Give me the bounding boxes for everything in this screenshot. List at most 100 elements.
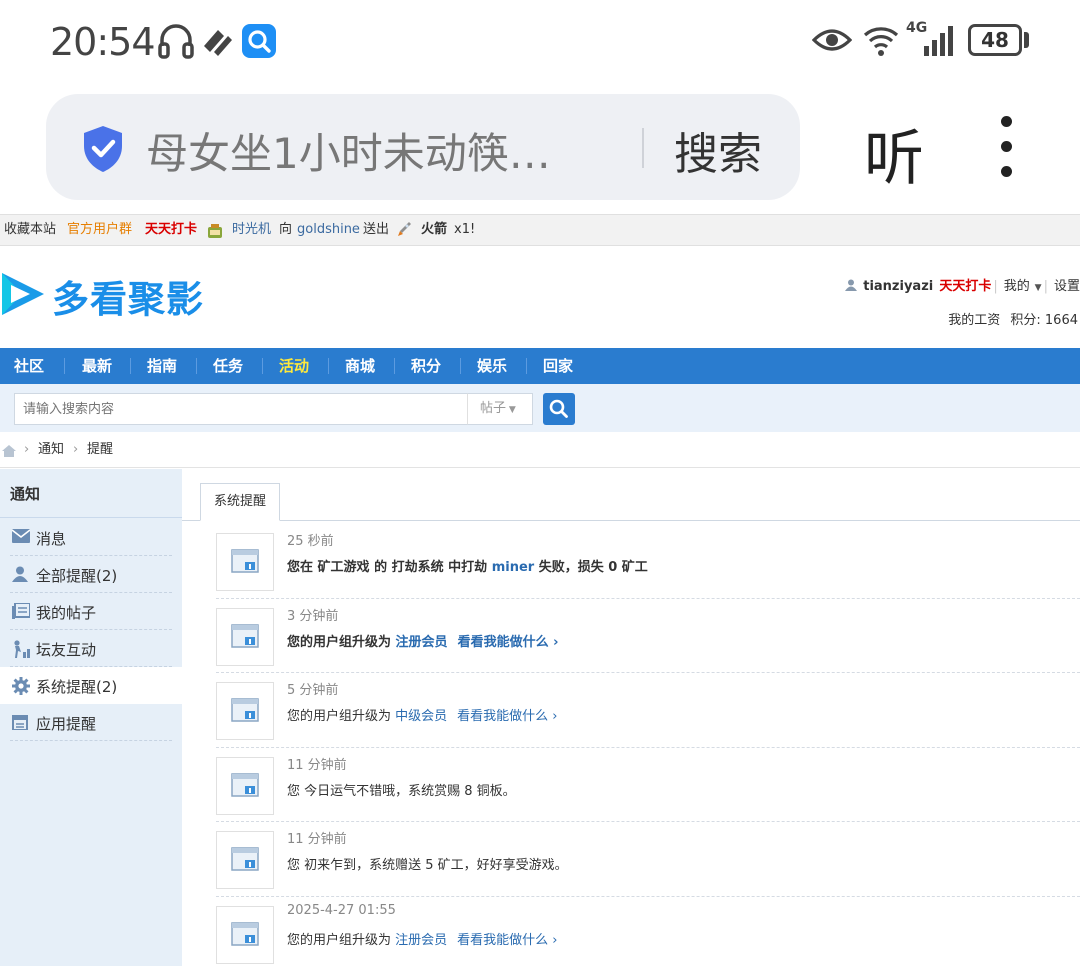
notice-body: 您 今日运气不错哦，系统赏赐 8 铜板。 bbox=[287, 783, 516, 799]
breadcrumb-separator: › bbox=[24, 442, 30, 457]
home-icon[interactable] bbox=[2, 445, 16, 457]
status-clock: 20:54 bbox=[50, 20, 156, 64]
notice-what-can-i-do-link[interactable]: 看看我能做什么 › bbox=[457, 709, 557, 724]
address-search-button[interactable]: 搜索 bbox=[674, 118, 762, 182]
list-item: 25 秒前 您在 矿工游戏 的 打劫系统 中打劫 miner 失败，损失 0 矿… bbox=[216, 524, 1080, 599]
sidebar-item-label: 消息 bbox=[36, 530, 67, 548]
rocket-icon bbox=[398, 222, 411, 236]
search-type-select[interactable]: 帖子 ▼ bbox=[467, 393, 533, 425]
message-to-text: 向 bbox=[279, 222, 293, 237]
notice-icon-box bbox=[216, 756, 274, 815]
my-menu-link[interactable]: 我的 bbox=[1004, 279, 1030, 294]
notice-time: 2025-4-27 01:55 bbox=[287, 902, 396, 918]
nav-item-guide[interactable]: 指南 bbox=[147, 348, 177, 384]
notice-icon-box bbox=[216, 682, 274, 740]
status-bar: 20:54 4G 48 bbox=[0, 0, 1080, 84]
notice-game-link[interactable]: 矿工游戏 bbox=[318, 560, 370, 575]
credits-link[interactable]: 积分: 1664 bbox=[1010, 313, 1078, 328]
system-notice-icon bbox=[231, 847, 259, 871]
list-item: 5 分钟前 您的用户组升级为 中级会员 看看我能做什么 › bbox=[216, 673, 1080, 748]
sidebar-item-messages[interactable]: 消息 bbox=[0, 519, 182, 556]
time-machine-icon bbox=[208, 224, 222, 238]
notice-what-can-i-do-link[interactable]: 看看我能做什么 › bbox=[457, 933, 557, 948]
system-notice-icon bbox=[231, 623, 259, 648]
my-salary-link[interactable]: 我的工资 bbox=[948, 313, 1000, 328]
search-icon bbox=[549, 399, 568, 418]
notice-text: 您在 bbox=[287, 560, 318, 575]
sidebar-item-system-reminders[interactable]: 系统提醒(2) bbox=[0, 667, 182, 704]
eye-icon bbox=[812, 29, 852, 51]
notice-group-link[interactable]: 注册会员 bbox=[395, 933, 447, 948]
nav-item-points[interactable]: 积分 bbox=[411, 348, 441, 384]
sidebar-item-divider bbox=[10, 740, 172, 741]
nav-separator bbox=[328, 358, 329, 374]
settings-link[interactable]: 设置 bbox=[1054, 279, 1080, 294]
nav-separator bbox=[196, 358, 197, 374]
header-checkin-link[interactable]: 天天打卡 bbox=[939, 279, 991, 294]
message-user-link[interactable]: goldshine bbox=[297, 215, 360, 245]
notice-user-link[interactable]: miner bbox=[492, 560, 535, 575]
notice-time: 11 分钟前 bbox=[287, 832, 347, 847]
tab-system-reminders[interactable]: 系统提醒 bbox=[200, 483, 280, 521]
more-menu-icon[interactable] bbox=[996, 116, 1016, 180]
posts-icon bbox=[12, 603, 30, 619]
sidebar-item-label: 全部提醒(2) bbox=[36, 567, 118, 585]
tab-underline bbox=[182, 520, 1080, 521]
sidebar-item-label: 系统提醒(2) bbox=[36, 678, 118, 696]
nav-item-latest[interactable]: 最新 bbox=[82, 348, 112, 384]
official-group-link[interactable]: 官方用户群 bbox=[67, 215, 132, 245]
sidebar-item-label: 坛友互动 bbox=[36, 641, 97, 659]
nav-item-home[interactable]: 回家 bbox=[543, 348, 573, 384]
nav-item-community[interactable]: 社区 bbox=[14, 348, 44, 384]
gear-icon bbox=[12, 677, 30, 695]
credit-line: 我的工资 积分: 1664 bbox=[948, 309, 1078, 328]
sidebar-item-app-reminders[interactable]: 应用提醒 bbox=[0, 704, 182, 741]
address-text[interactable]: 母女坐1小时未动筷… bbox=[146, 120, 616, 181]
daily-checkin-link[interactable]: 天天打卡 bbox=[145, 215, 197, 245]
notice-group-link[interactable]: 注册会员 bbox=[396, 635, 448, 650]
separator: | bbox=[993, 279, 998, 294]
user-icon bbox=[12, 566, 28, 582]
wifi-icon bbox=[863, 27, 899, 56]
nav-item-entertainment[interactable]: 娱乐 bbox=[477, 348, 507, 384]
breadcrumb-remind-link[interactable]: 提醒 bbox=[87, 432, 113, 468]
notice-system-link[interactable]: 打劫系统 bbox=[392, 560, 444, 575]
address-divider bbox=[642, 128, 644, 168]
notice-what-can-i-do-link[interactable]: 看看我能做什么 › bbox=[458, 635, 559, 650]
logo-text[interactable]: 多看聚影 bbox=[52, 269, 204, 323]
nav-separator bbox=[394, 358, 395, 374]
sidebar-item-interaction[interactable]: 坛友互动 bbox=[0, 630, 182, 667]
address-bar[interactable]: 母女坐1小时未动筷… 搜索 bbox=[46, 94, 800, 200]
notice-text: 您的用户组升级为 bbox=[287, 932, 392, 948]
notice-icon-box bbox=[216, 607, 274, 666]
interaction-icon bbox=[14, 640, 30, 658]
notice-text: 中打劫 bbox=[443, 560, 492, 575]
browser-toolbar: 母女坐1小时未动筷… 搜索 听 bbox=[0, 84, 1080, 214]
logo-play-icon[interactable] bbox=[0, 269, 46, 319]
user-icon bbox=[845, 279, 858, 291]
system-notice-icon bbox=[231, 921, 259, 946]
search-submit-button[interactable] bbox=[543, 393, 575, 425]
notice-group-link[interactable]: 中级会员 bbox=[395, 709, 447, 724]
sidebar-item-my-posts[interactable]: 我的帖子 bbox=[0, 593, 182, 630]
bookmark-site-link[interactable]: 收藏本站 bbox=[4, 215, 56, 245]
nav-separator bbox=[130, 358, 131, 374]
notice-icon-box bbox=[216, 831, 274, 889]
nav-item-mall[interactable]: 商城 bbox=[345, 348, 375, 384]
breadcrumb-notice-link[interactable]: 通知 bbox=[38, 432, 64, 468]
site-toolbar: 收藏本站 官方用户群 天天打卡 时光机 向 goldshine 送出 火箭 x1… bbox=[0, 214, 1080, 246]
search-type-label: 帖子 bbox=[480, 401, 507, 416]
search-app-icon bbox=[242, 24, 276, 58]
sidebar-item-all-reminders[interactable]: 全部提醒(2) bbox=[0, 556, 182, 593]
notice-icon-box bbox=[216, 905, 274, 964]
time-machine-link[interactable]: 时光机 bbox=[232, 215, 271, 245]
search-input[interactable] bbox=[14, 393, 468, 425]
mail-icon bbox=[12, 529, 30, 543]
notice-icon-box bbox=[216, 533, 274, 591]
user-area: tianziyazi 天天打卡 | 我的 ▼ | 设置 bbox=[845, 275, 1080, 294]
nav-item-activity[interactable]: 活动 bbox=[279, 348, 309, 384]
list-item: 11 分钟前 您 初来乍到，系统赠送 5 矿工，好好享受游戏。 bbox=[216, 822, 1080, 897]
username-link[interactable]: tianziyazi bbox=[863, 279, 933, 294]
nav-item-tasks[interactable]: 任务 bbox=[213, 348, 243, 384]
listen-button[interactable]: 听 bbox=[864, 110, 924, 197]
